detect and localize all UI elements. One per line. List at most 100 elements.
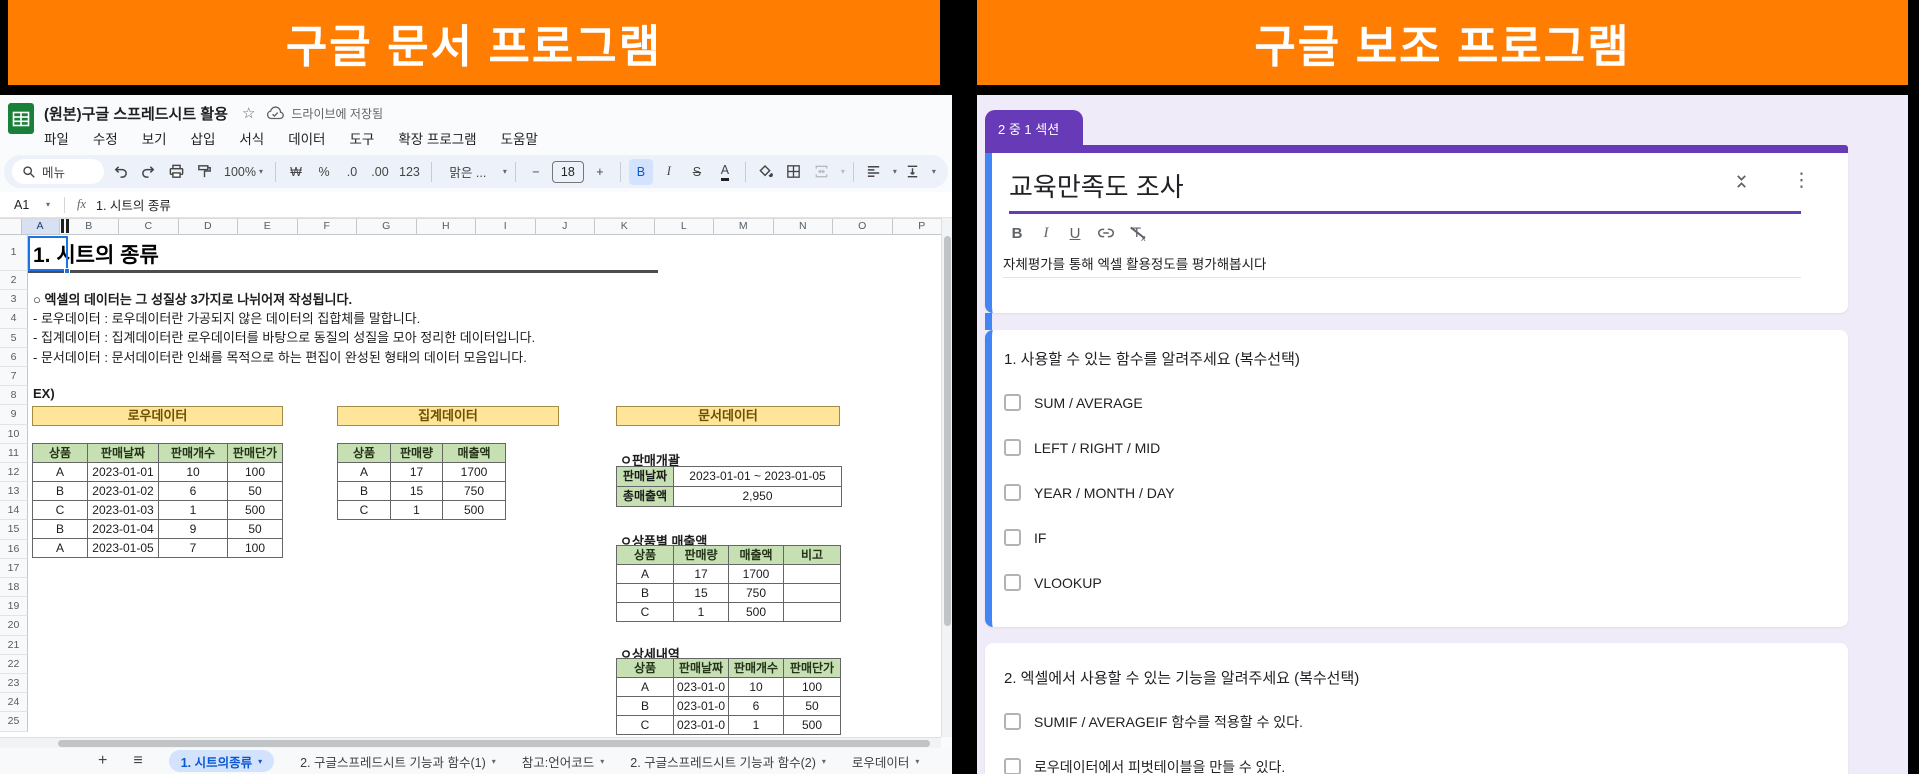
- table-cell[interactable]: B: [33, 520, 88, 539]
- row-header[interactable]: 12: [0, 462, 28, 483]
- table-cell[interactable]: A: [33, 539, 88, 558]
- table-cell[interactable]: 17: [674, 565, 729, 584]
- column-header[interactable]: L: [655, 219, 714, 234]
- table-cell[interactable]: [784, 565, 841, 584]
- chevron-down-icon[interactable]: ▾: [893, 167, 897, 176]
- format-currency-button[interactable]: ₩: [284, 159, 308, 185]
- option-label[interactable]: SUMIF / AVERAGEIF 함수를 적용할 수 있다.: [1034, 712, 1303, 732]
- table-cell[interactable]: A: [33, 463, 88, 482]
- table-cell[interactable]: 2,950: [674, 487, 842, 507]
- checkbox[interactable]: [1004, 529, 1021, 546]
- row-header[interactable]: 20: [0, 616, 28, 636]
- table-header-cell[interactable]: 판매량: [391, 444, 443, 463]
- scrollbar-thumb[interactable]: [944, 236, 951, 626]
- table-cell[interactable]: 500: [729, 603, 784, 622]
- zoom-select[interactable]: 100% ▾: [220, 159, 267, 185]
- select-all-corner[interactable]: [0, 219, 22, 234]
- column-header[interactable]: C: [119, 219, 179, 234]
- description-line[interactable]: - 집계데이터 : 집계데이터란 로우데이터를 바탕으로 동질의 성질을 모아 …: [33, 328, 535, 347]
- option-row[interactable]: VLOOKUP: [1004, 560, 1175, 605]
- table-cell[interactable]: 500: [784, 716, 841, 735]
- table-cell[interactable]: 10: [729, 678, 784, 697]
- table-cell[interactable]: B: [338, 482, 391, 501]
- checkbox[interactable]: [1004, 439, 1021, 456]
- format-percent-button[interactable]: %: [312, 159, 336, 185]
- table-cell[interactable]: 50: [228, 482, 283, 501]
- spreadsheet-grid[interactable]: 1 2 3 4 5 6 7 8 9 10 11 12 13 14 15 16 17 18 19 20 21 22 23 24 2…: [0, 235, 941, 737]
- table-cell[interactable]: 2023-01-02: [88, 482, 159, 501]
- horizontal-align-icon[interactable]: [862, 159, 886, 185]
- text-color-button[interactable]: A: [720, 163, 730, 181]
- row-header[interactable]: 7: [0, 366, 28, 387]
- row-header[interactable]: 15: [0, 520, 28, 540]
- option-row[interactable]: YEAR / MONTH / DAY: [1004, 470, 1175, 515]
- sheets-logo-icon[interactable]: [8, 103, 34, 150]
- checkbox[interactable]: [1004, 758, 1021, 774]
- column-header[interactable]: F: [298, 219, 357, 234]
- menu-item[interactable]: 삽입: [191, 128, 216, 148]
- sales-overview-table[interactable]: 판매날짜 2023-01-01 ~ 2023-01-05 총매출액 2,950: [616, 466, 842, 507]
- description-line[interactable]: - 문서데이터 : 문서데이터란 인쇄를 목적으로 하는 편집이 완성된 형태의…: [33, 348, 535, 367]
- menu-item[interactable]: 보기: [142, 128, 167, 148]
- name-box[interactable]: A1 ▾: [0, 198, 58, 212]
- column-header[interactable]: J: [536, 219, 595, 234]
- table-cell[interactable]: 2023-01-01 ~ 2023-01-05: [674, 467, 842, 487]
- table-cell[interactable]: 1: [674, 603, 729, 622]
- formula-input[interactable]: 1. 시트의 종류: [96, 195, 171, 214]
- option-label[interactable]: VLOOKUP: [1034, 575, 1102, 591]
- form-title-input[interactable]: 교육만족도 조사: [1009, 167, 1184, 204]
- fill-color-icon[interactable]: [754, 159, 778, 185]
- borders-icon[interactable]: [782, 159, 806, 185]
- option-label[interactable]: LEFT / RIGHT / MID: [1034, 440, 1160, 456]
- more-options-icon[interactable]: ⋮: [1792, 169, 1811, 192]
- question-title[interactable]: 2. 엑셀에서 사용할 수 있는 기능을 알려주세요 (복수선택): [1004, 667, 1359, 688]
- option-row[interactable]: IF: [1004, 515, 1175, 560]
- row-header[interactable]: 1: [0, 235, 28, 271]
- form-title-card[interactable]: 교육만족도 조사 ⋮ B I U Tx 자체평가를 통해 엑셀 활용정도를 평가…: [985, 153, 1848, 313]
- italic-button[interactable]: I: [1038, 225, 1054, 242]
- table-header-cell[interactable]: 상품: [33, 444, 88, 463]
- checkbox[interactable]: [1004, 713, 1021, 730]
- table-cell[interactable]: 023-01-0: [674, 697, 729, 716]
- table-cell[interactable]: 100: [784, 678, 841, 697]
- table-cell[interactable]: C: [617, 716, 674, 735]
- table-cell[interactable]: B: [617, 584, 674, 603]
- checkbox[interactable]: [1004, 574, 1021, 591]
- table-cell[interactable]: C: [617, 603, 674, 622]
- number-format-button[interactable]: 123: [396, 159, 423, 185]
- sheet-tab[interactable]: 2. 구글스프레드시트 기능과 함수(1) ▾: [300, 752, 496, 771]
- row-header[interactable]: 18: [0, 578, 28, 598]
- increase-decimal-button[interactable]: .00: [368, 159, 392, 185]
- table-cell[interactable]: A: [617, 565, 674, 584]
- column-header[interactable]: E: [238, 219, 298, 234]
- row-header[interactable]: 23: [0, 673, 28, 694]
- horizontal-scrollbar[interactable]: [0, 737, 941, 748]
- column-header[interactable]: K: [595, 219, 655, 234]
- underline-button[interactable]: U: [1067, 225, 1083, 242]
- table-header-cell[interactable]: 상품: [338, 444, 391, 463]
- vertical-scrollbar[interactable]: [941, 218, 952, 737]
- table-cell[interactable]: 750: [729, 584, 784, 603]
- row-header[interactable]: 9: [0, 405, 28, 425]
- font-size-input[interactable]: 18: [551, 160, 584, 183]
- strikethrough-button[interactable]: S: [685, 159, 709, 185]
- table-header-cell[interactable]: 판매날짜: [617, 467, 674, 487]
- table-cell[interactable]: 2023-01-01: [88, 463, 159, 482]
- table-cell[interactable]: A: [338, 463, 391, 482]
- table-cell[interactable]: 15: [674, 584, 729, 603]
- table-cell[interactable]: C: [338, 501, 391, 520]
- option-label[interactable]: IF: [1034, 530, 1046, 546]
- menu-item[interactable]: 파일: [44, 128, 69, 148]
- raw-data-table[interactable]: 상품 판매날짜 판매개수 판매단가 A 2023-01-01 10 100 B 2023-01-…: [32, 443, 283, 558]
- font-select[interactable]: 맑은 ...: [440, 159, 496, 185]
- row-header[interactable]: 10: [0, 424, 28, 444]
- menu-item[interactable]: 데이터: [288, 128, 325, 148]
- table-cell[interactable]: B: [33, 482, 88, 501]
- option-label[interactable]: SUM / AVERAGE: [1034, 395, 1143, 411]
- row-header[interactable]: 5: [0, 328, 28, 348]
- row-header[interactable]: 17: [0, 558, 28, 578]
- table-cell[interactable]: 500: [228, 501, 283, 520]
- column-header[interactable]: G: [357, 219, 417, 234]
- row-header[interactable]: 19: [0, 597, 28, 617]
- menu-item[interactable]: 확장 프로그램: [398, 128, 476, 148]
